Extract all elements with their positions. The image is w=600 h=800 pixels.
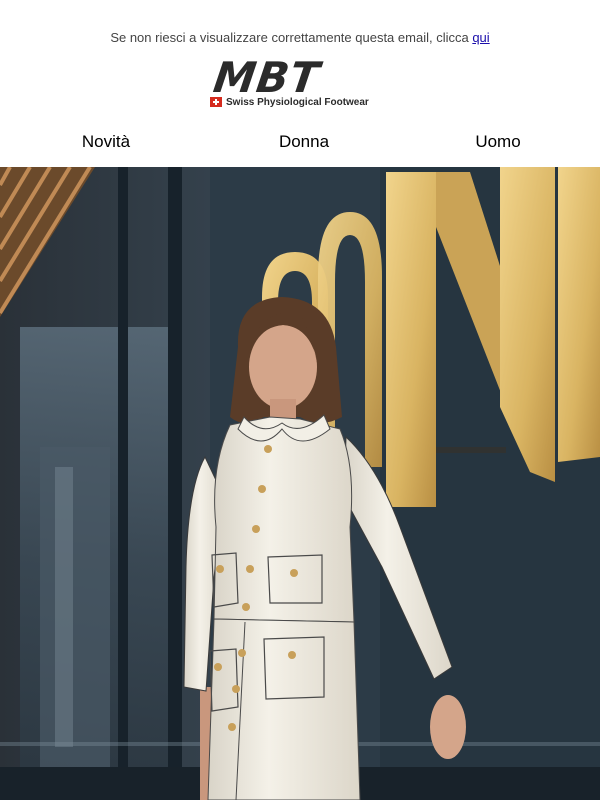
hero-image xyxy=(0,167,600,800)
swiss-flag-icon xyxy=(210,97,222,107)
nav-item-uomo[interactable]: Uomo xyxy=(438,132,558,152)
logo-wordmark: MBT xyxy=(210,53,323,102)
hero-banner[interactable] xyxy=(0,167,600,800)
main-nav: Novità Donna Uomo xyxy=(0,132,600,156)
logo-tag: Swiss Physiological Footwear xyxy=(210,96,369,108)
logo-tagline: Swiss Physiological Footwear xyxy=(226,96,369,108)
nav-item-donna[interactable]: Donna xyxy=(244,132,364,152)
mbt-logo[interactable]: MBT Swiss Physiological Footwear xyxy=(200,53,400,112)
nav-item-novita[interactable]: Novità xyxy=(46,132,166,152)
preheader-text: Se non riesci a visualizzare correttamen… xyxy=(110,30,469,45)
email-page: Se non riesci a visualizzare correttamen… xyxy=(0,0,600,800)
preheader: Se non riesci a visualizzare correttamen… xyxy=(0,30,600,45)
view-online-link[interactable]: qui xyxy=(472,30,489,45)
